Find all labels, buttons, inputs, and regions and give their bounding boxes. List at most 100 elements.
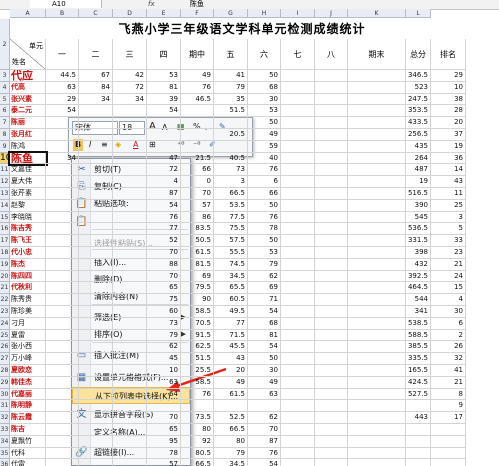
score-cell[interactable]: 86: [181, 211, 214, 224]
score-cell[interactable]: [79, 152, 113, 165]
score-cell[interactable]: 65: [147, 424, 181, 436]
score-cell[interactable]: 78: [147, 447, 181, 460]
formula-input[interactable]: 陈鱼: [190, 0, 490, 8]
score-cell[interactable]: 49: [181, 70, 214, 82]
student-name-cell[interactable]: 陈珍美: [10, 306, 46, 318]
score-cell[interactable]: 10: [431, 81, 466, 94]
score-cell[interactable]: [348, 199, 406, 212]
score-cell[interactable]: [348, 93, 406, 106]
score-cell[interactable]: [46, 258, 79, 271]
score-cell[interactable]: 66: [181, 164, 214, 177]
score-cell[interactable]: 95: [147, 435, 181, 448]
score-cell[interactable]: [281, 258, 315, 271]
score-cell[interactable]: [348, 247, 406, 259]
unit-header-10[interactable]: 总分: [406, 39, 431, 70]
score-cell[interactable]: 61.5: [214, 388, 248, 401]
score-cell[interactable]: 76: [248, 211, 281, 224]
student-name-cell[interactable]: 张芹素: [10, 188, 46, 200]
score-cell[interactable]: [79, 424, 113, 436]
row-header-7[interactable]: 7: [0, 117, 10, 129]
score-cell[interactable]: 20: [214, 365, 248, 377]
score-cell[interactable]: 73: [214, 164, 248, 177]
score-cell[interactable]: [348, 317, 406, 330]
score-cell[interactable]: [431, 435, 466, 448]
score-cell[interactable]: 65.5: [214, 282, 248, 295]
score-cell[interactable]: 523: [406, 81, 431, 94]
score-cell[interactable]: [281, 70, 315, 82]
score-cell[interactable]: 83.5: [181, 223, 214, 236]
score-cell[interactable]: [46, 435, 79, 448]
score-cell[interactable]: [348, 376, 406, 389]
score-cell[interactable]: 36: [431, 152, 466, 165]
row-header-31[interactable]: 31: [0, 400, 10, 413]
score-cell[interactable]: 81: [147, 81, 181, 94]
score-cell[interactable]: [46, 247, 79, 259]
score-cell[interactable]: 433.5: [406, 117, 431, 129]
row-header-32[interactable]: 32: [0, 412, 10, 424]
score-cell[interactable]: [79, 247, 113, 259]
row-header-34[interactable]: 34: [0, 435, 10, 448]
column-header-g[interactable]: G: [214, 9, 248, 18]
score-cell[interactable]: [79, 140, 113, 153]
score-cell[interactable]: 46.5: [181, 93, 214, 106]
header-diagonal-cell[interactable]: 单元 姓名: [10, 39, 46, 70]
score-cell[interactable]: [281, 376, 315, 389]
score-cell[interactable]: 45.5: [214, 341, 248, 354]
column-header-l[interactable]: L: [406, 9, 431, 18]
score-cell[interactable]: 50: [248, 353, 281, 365]
score-cell[interactable]: 72: [147, 164, 181, 177]
score-cell[interactable]: [79, 211, 113, 224]
score-cell[interactable]: 38: [431, 93, 466, 106]
score-cell[interactable]: [113, 164, 147, 177]
score-cell[interactable]: [348, 258, 406, 271]
score-cell[interactable]: 77: [214, 317, 248, 330]
row-header-36[interactable]: 36: [0, 459, 10, 466]
score-cell[interactable]: 62.5: [181, 341, 214, 354]
score-cell[interactable]: 25.5: [181, 365, 214, 377]
score-cell[interactable]: [113, 294, 147, 306]
score-cell[interactable]: [315, 353, 348, 365]
score-cell[interactable]: 264: [406, 152, 431, 165]
score-cell[interactable]: [281, 459, 315, 466]
score-cell[interactable]: [46, 129, 79, 141]
score-cell[interactable]: [348, 70, 406, 82]
score-cell[interactable]: 8: [431, 388, 466, 401]
score-cell[interactable]: [79, 199, 113, 212]
score-cell[interactable]: 54: [248, 341, 281, 354]
score-cell[interactable]: [315, 247, 348, 259]
score-cell[interactable]: [181, 140, 214, 153]
fx-icon[interactable]: fx: [148, 0, 155, 8]
score-cell[interactable]: [113, 412, 147, 424]
student-name-cell[interactable]: 陈飞王: [10, 235, 46, 247]
score-cell[interactable]: [281, 435, 315, 448]
column-header-i[interactable]: I: [281, 9, 315, 18]
column-header-h[interactable]: H: [248, 9, 281, 18]
score-cell[interactable]: 49: [248, 129, 281, 141]
score-cell[interactable]: 66.5: [214, 424, 248, 436]
column-header-e[interactable]: E: [147, 9, 181, 18]
score-cell[interactable]: [113, 376, 147, 389]
score-cell[interactable]: 50: [248, 70, 281, 82]
score-cell[interactable]: 544: [406, 294, 431, 306]
row-header-20[interactable]: 20: [0, 270, 10, 283]
score-cell[interactable]: [348, 388, 406, 401]
score-cell[interactable]: 20: [431, 117, 466, 129]
score-cell[interactable]: [281, 129, 315, 141]
score-cell[interactable]: 88: [147, 258, 181, 271]
row-header-17[interactable]: 17: [0, 235, 10, 247]
row-header-24[interactable]: 24: [0, 317, 10, 330]
score-cell[interactable]: 57.5: [214, 235, 248, 247]
score-cell[interactable]: [348, 424, 406, 436]
score-cell[interactable]: 256.5: [406, 129, 431, 141]
score-cell[interactable]: 62: [248, 270, 281, 283]
student-name-cell[interactable]: 张月红: [10, 129, 46, 141]
score-cell[interactable]: [281, 294, 315, 306]
score-cell[interactable]: [431, 424, 466, 436]
score-cell[interactable]: 73: [147, 317, 181, 330]
score-cell[interactable]: 545: [406, 211, 431, 224]
score-cell[interactable]: 50.5: [181, 235, 214, 247]
score-cell[interactable]: 20.5: [214, 129, 248, 141]
unit-header-9[interactable]: 期末: [348, 39, 406, 70]
score-cell[interactable]: [281, 424, 315, 436]
score-cell[interactable]: [348, 412, 406, 424]
